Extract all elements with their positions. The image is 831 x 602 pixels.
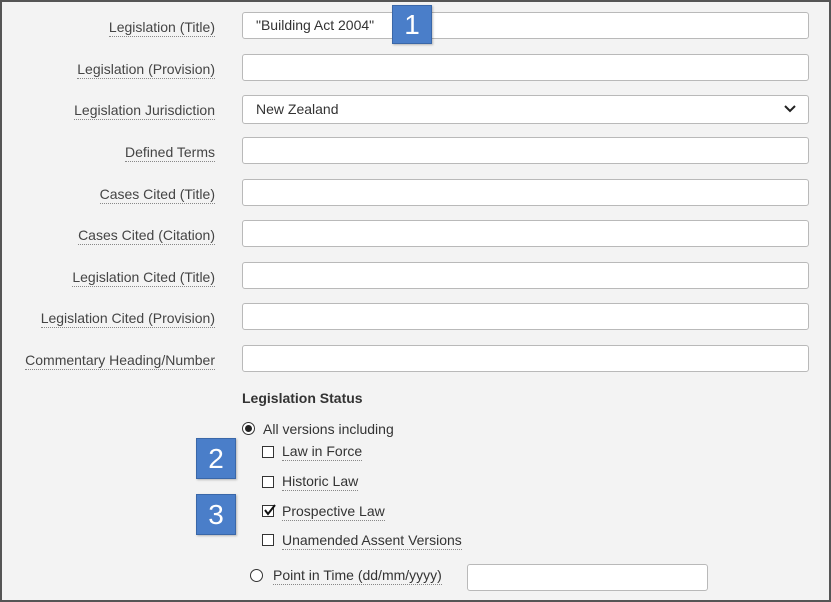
legislation-cited-provision-input[interactable] — [242, 303, 809, 330]
chevron-down-icon — [784, 105, 796, 113]
row-defined-terms: Defined Terms — [2, 137, 831, 167]
row-legislation-jurisdiction: Legislation Jurisdiction New Zealand — [2, 95, 831, 125]
prospective-law-checkbox[interactable] — [262, 504, 276, 517]
legislation-cited-provision-label: Legislation Cited (Provision) — [40, 310, 215, 328]
legislation-title-label: Legislation (Title) — [108, 19, 215, 37]
commentary-heading-input[interactable] — [242, 345, 809, 372]
row-commentary-heading: Commentary Heading/Number — [2, 345, 831, 375]
annotation-badge-2: 2 — [196, 438, 236, 479]
row-cases-cited-citation: Cases Cited (Citation) — [2, 220, 831, 250]
point-in-time-input[interactable] — [467, 564, 708, 591]
row-legislation-cited-provision: Legislation Cited (Provision) — [2, 303, 831, 333]
cases-cited-title-input[interactable] — [242, 179, 809, 206]
checkmark-icon — [264, 504, 276, 516]
unamended-assent-label: Unamended Assent Versions — [282, 532, 462, 550]
prospective-law-label: Prospective Law — [282, 503, 385, 521]
unamended-assent-checkbox[interactable] — [262, 534, 274, 546]
search-form-panel: Legislation (Title) "Building Act 2004" … — [0, 0, 831, 602]
annotation-badge-3: 3 — [196, 494, 236, 535]
all-versions-radio[interactable] — [242, 422, 255, 435]
point-in-time-label: Point in Time (dd/mm/yyyy) — [273, 567, 442, 585]
historic-law-label: Historic Law — [282, 473, 359, 491]
point-in-time-radio[interactable] — [250, 569, 263, 582]
cases-cited-title-label: Cases Cited (Title) — [99, 186, 215, 204]
all-versions-label: All versions including — [263, 421, 394, 437]
legislation-cited-title-input[interactable] — [242, 262, 809, 289]
law-in-force-checkbox[interactable] — [262, 446, 274, 458]
row-legislation-provision: Legislation (Provision) — [2, 54, 831, 84]
legislation-provision-label: Legislation (Provision) — [77, 61, 215, 79]
defined-terms-label: Defined Terms — [124, 144, 215, 162]
defined-terms-input[interactable] — [242, 137, 809, 164]
row-cases-cited-title: Cases Cited (Title) — [2, 179, 831, 209]
jurisdiction-selected-value: New Zealand — [256, 101, 339, 117]
legislation-jurisdiction-label: Legislation Jurisdiction — [74, 102, 215, 120]
historic-law-checkbox[interactable] — [262, 476, 274, 488]
legislation-cited-title-label: Legislation Cited (Title) — [72, 269, 215, 287]
annotation-badge-1: 1 — [392, 5, 432, 44]
legislation-provision-input[interactable] — [242, 54, 809, 81]
commentary-heading-label: Commentary Heading/Number — [25, 352, 215, 370]
row-legislation-cited-title: Legislation Cited (Title) — [2, 262, 831, 292]
cases-cited-citation-input[interactable] — [242, 220, 809, 247]
law-in-force-label: Law in Force — [282, 443, 363, 461]
legislation-status-heading: Legislation Status — [242, 390, 363, 406]
cases-cited-citation-label: Cases Cited (Citation) — [78, 227, 215, 245]
legislation-title-input[interactable]: "Building Act 2004" — [242, 12, 809, 39]
legislation-jurisdiction-select[interactable]: New Zealand — [242, 95, 809, 124]
